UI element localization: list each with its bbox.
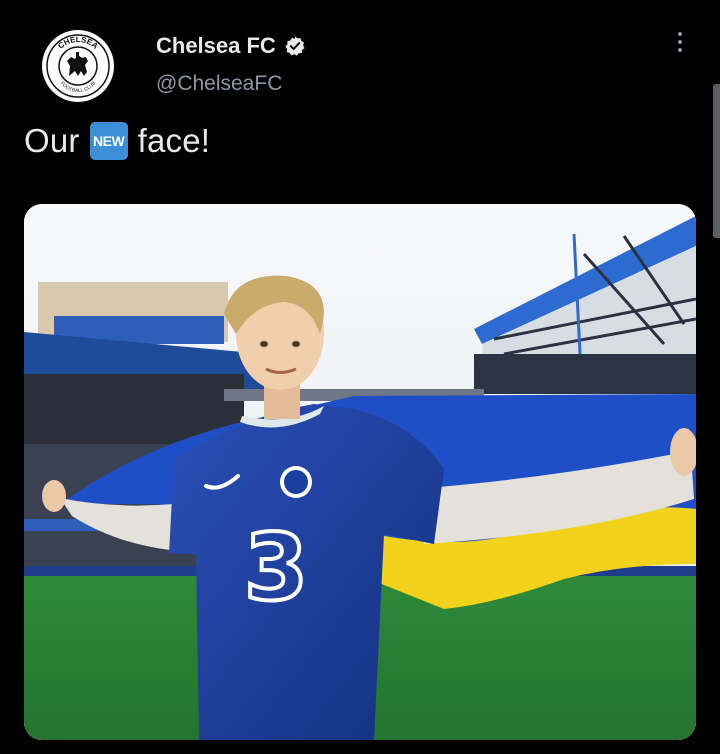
tweet[interactable]: CHELSEA FOOTBALL CLUB Chelsea FC @Chelse… [0,0,720,754]
tweet-text-before: Our [24,122,80,159]
player-photo: 3 [24,204,696,740]
more-dot [678,32,682,36]
tweet-text: Our NEW face! [24,122,210,160]
author-name[interactable]: Chelsea FC [156,33,306,59]
author-display-name[interactable]: Chelsea FC [156,33,276,59]
tweet-media-photo[interactable]: 3 [24,204,696,740]
author-handle[interactable]: @ChelseaFC [156,72,282,96]
chelsea-crest-icon: CHELSEA FOOTBALL CLUB [44,32,112,100]
avatar[interactable]: CHELSEA FOOTBALL CLUB [42,30,114,102]
scrollbar[interactable] [713,84,720,238]
more-dot [678,48,682,52]
tweet-text-after: face! [137,122,211,159]
jersey-sponsor-number: 3 [244,514,308,621]
verified-badge-icon [285,36,305,56]
more-dot [678,40,682,44]
new-emoji-badge: NEW [89,122,128,160]
more-options-icon[interactable] [668,28,692,56]
